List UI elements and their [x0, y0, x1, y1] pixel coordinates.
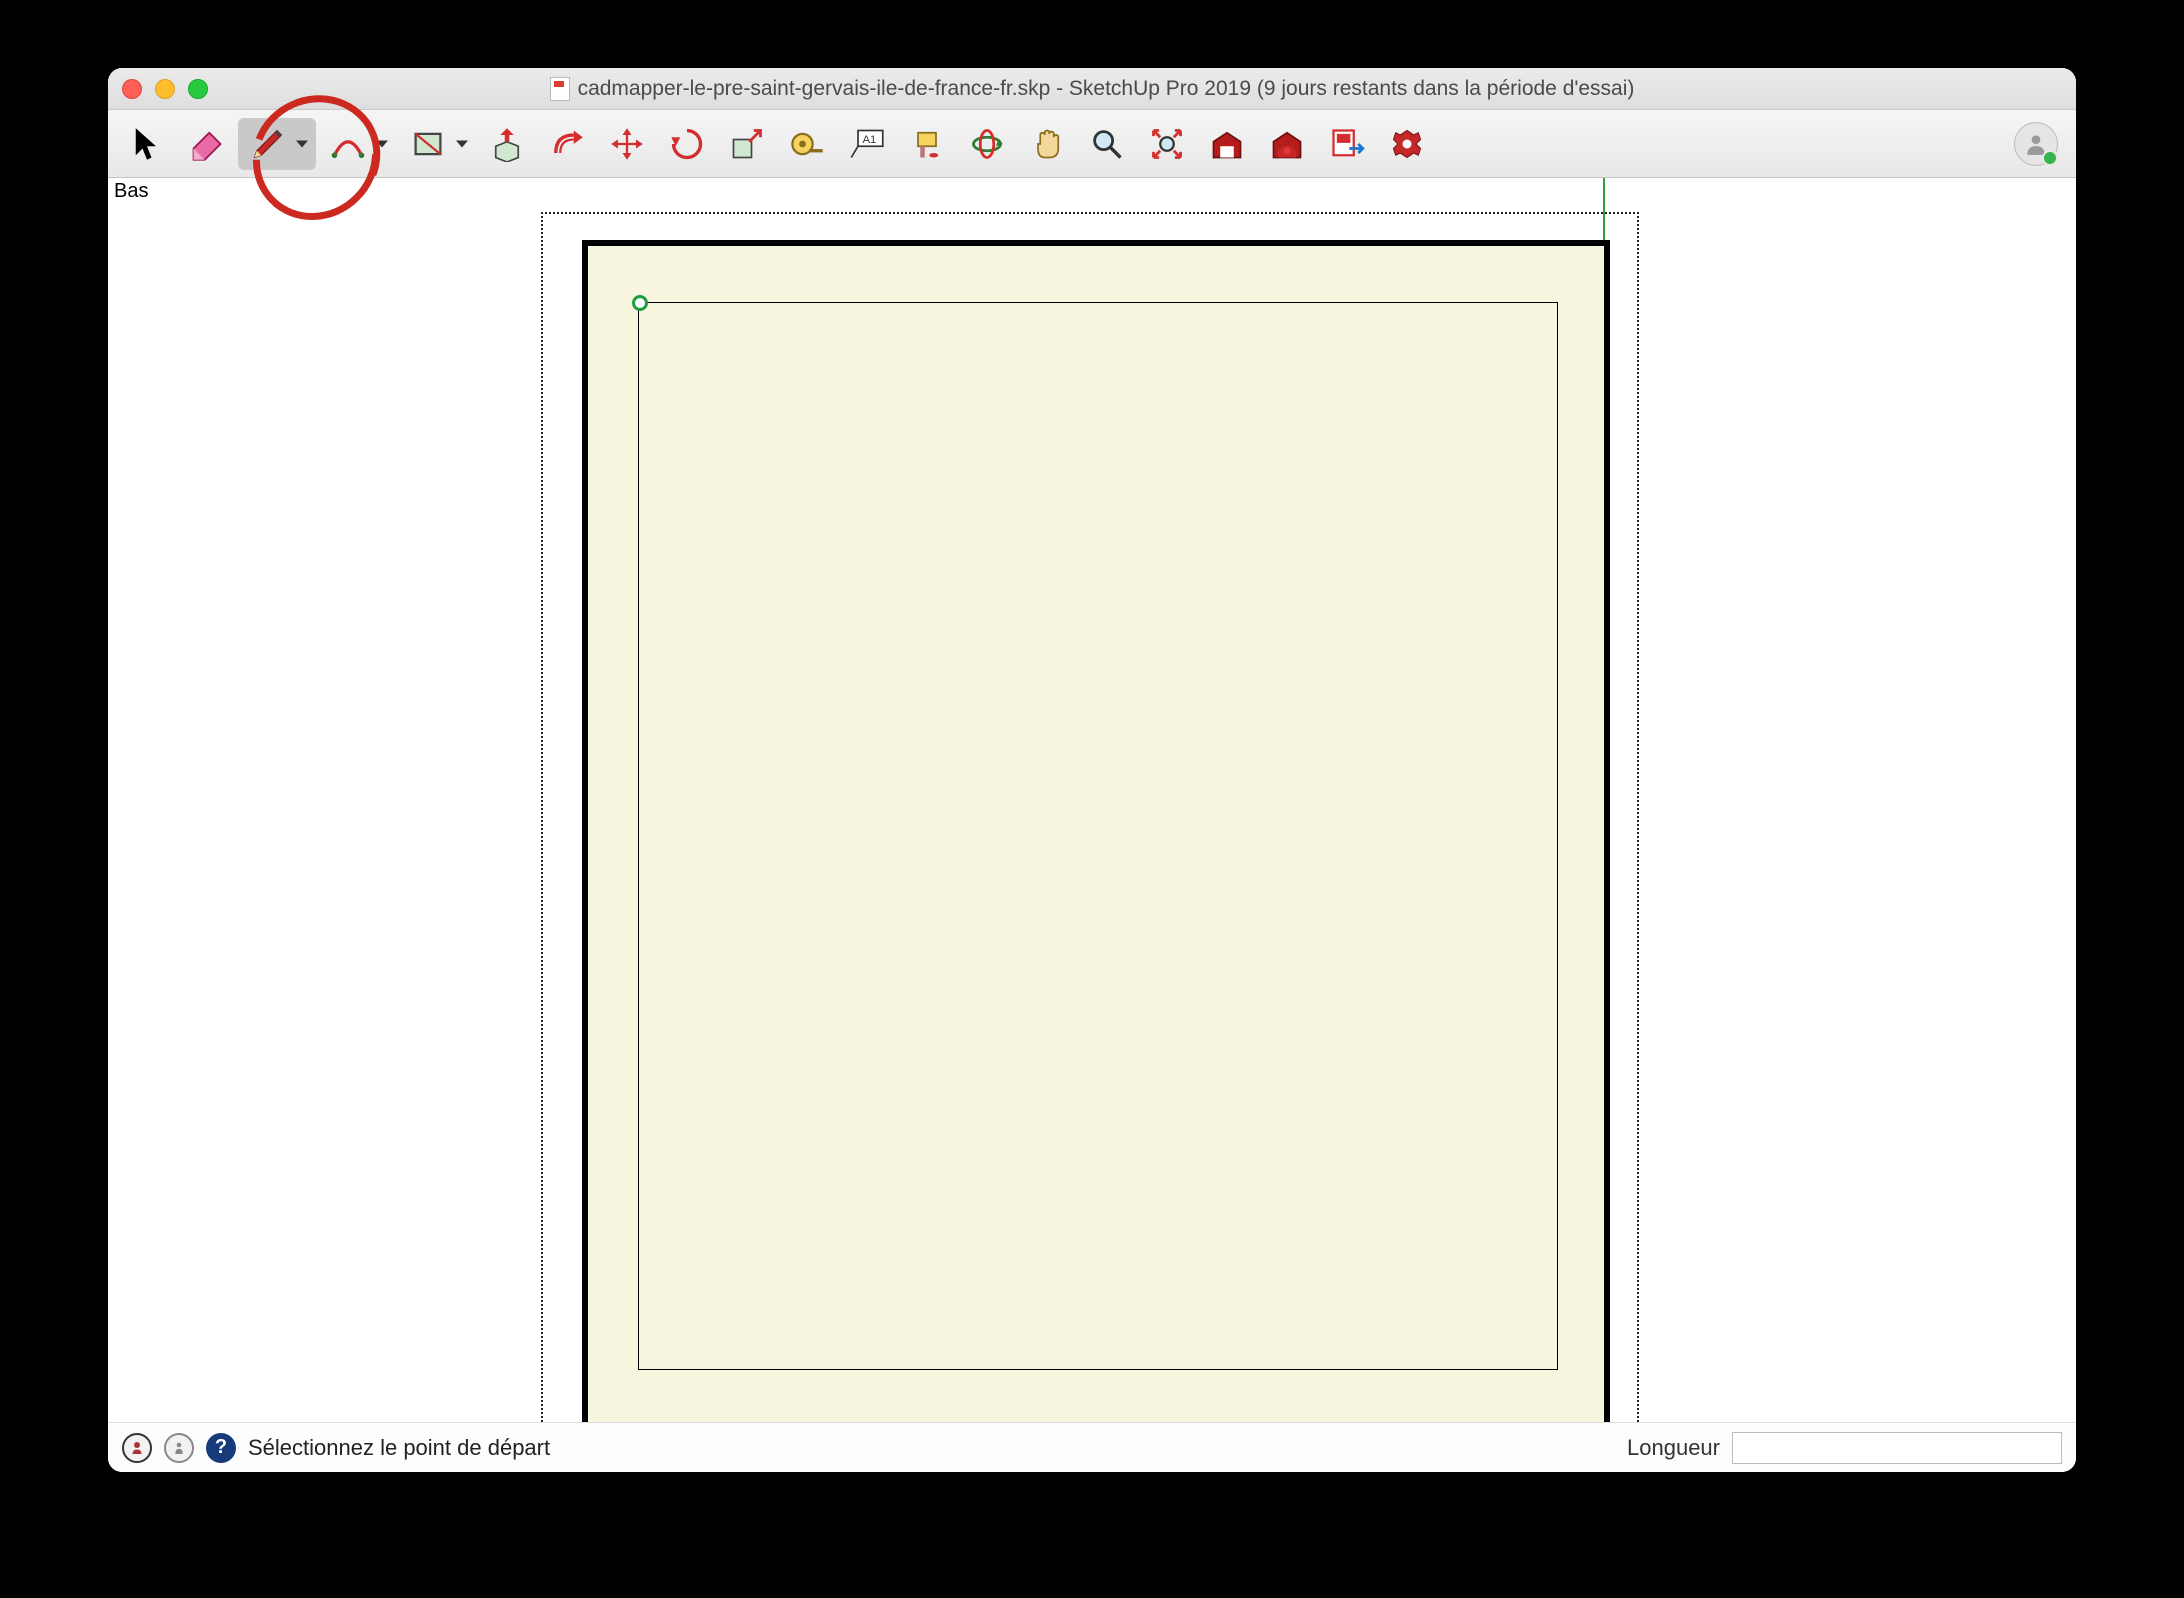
shape-tool[interactable] [398, 118, 476, 170]
pushpull-icon [489, 126, 525, 162]
document-icon [550, 77, 570, 101]
window-title: cadmapper-le-pre-saint-gervais-ile-de-fr… [578, 77, 1635, 101]
arc-tool[interactable] [318, 118, 396, 170]
minimize-button[interactable] [155, 79, 175, 99]
person-pin-icon [128, 1439, 146, 1457]
rotate-icon [669, 126, 705, 162]
text-icon: A1 [849, 126, 885, 162]
tape-icon [789, 126, 825, 162]
zoom-icon [1089, 126, 1125, 162]
info-icon [170, 1439, 188, 1457]
eraser-icon [189, 126, 225, 162]
model-viewport[interactable]: Bas [108, 178, 2076, 1422]
tape-tool[interactable] [778, 118, 836, 170]
warehouse-tool[interactable] [1198, 118, 1256, 170]
layout-icon [1329, 126, 1365, 162]
layout-tool[interactable] [1318, 118, 1376, 170]
svg-text:A1: A1 [863, 133, 877, 145]
scale-icon [729, 126, 765, 162]
move-tool[interactable] [598, 118, 656, 170]
zoom-tool[interactable] [1078, 118, 1136, 170]
window-title-wrap: cadmapper-le-pre-saint-gervais-ile-de-fr… [108, 77, 2076, 101]
measurement-input[interactable] [1732, 1432, 2062, 1464]
extension-manager-tool[interactable] [1378, 118, 1436, 170]
arc-icon [330, 126, 366, 162]
pan-icon [1029, 126, 1065, 162]
extension-mgr-icon [1389, 126, 1425, 162]
offset-tool[interactable] [538, 118, 596, 170]
main-toolbar: A1 [108, 110, 2076, 178]
pan-tool[interactable] [1018, 118, 1076, 170]
rotate-tool[interactable] [658, 118, 716, 170]
chevron-down-icon [376, 140, 388, 147]
status-hint: Sélectionnez le point de départ [248, 1435, 550, 1461]
orbit-tool[interactable] [958, 118, 1016, 170]
user-account-button[interactable] [2014, 122, 2058, 166]
drawn-rectangle [638, 302, 1558, 1370]
measurement-label: Longueur [1627, 1435, 1720, 1461]
statusbar: ? Sélectionnez le point de départ Longue… [108, 1422, 2076, 1472]
credits-button[interactable] [164, 1433, 194, 1463]
move-icon [609, 126, 645, 162]
rectangle-icon [410, 126, 446, 162]
app-window: cadmapper-le-pre-saint-gervais-ile-de-fr… [108, 68, 2076, 1472]
select-tool[interactable] [118, 118, 176, 170]
view-label: Bas [114, 180, 148, 203]
extension-warehouse-tool[interactable] [1258, 118, 1316, 170]
chevron-down-icon [456, 140, 468, 147]
endpoint-indicator [632, 295, 648, 311]
zoom-extents-icon [1149, 126, 1185, 162]
zoom-extents-tool[interactable] [1138, 118, 1196, 170]
cursor-icon [129, 126, 165, 162]
paint-tool[interactable] [898, 118, 956, 170]
extension-wh-icon [1269, 126, 1305, 162]
pencil-icon [250, 126, 286, 162]
offset-icon [549, 126, 585, 162]
close-button[interactable] [122, 79, 142, 99]
titlebar: cadmapper-le-pre-saint-gervais-ile-de-fr… [108, 68, 2076, 110]
text-tool[interactable]: A1 [838, 118, 896, 170]
eraser-tool[interactable] [178, 118, 236, 170]
pushpull-tool[interactable] [478, 118, 536, 170]
zoom-button[interactable] [188, 79, 208, 99]
scale-tool[interactable] [718, 118, 776, 170]
geolocation-button[interactable] [122, 1433, 152, 1463]
traffic-lights [122, 79, 208, 99]
warehouse-icon [1209, 126, 1245, 162]
line-tool[interactable] [238, 118, 316, 170]
status-badge-ok [2042, 150, 2058, 166]
orbit-icon [969, 126, 1005, 162]
help-button[interactable]: ? [206, 1433, 236, 1463]
chevron-down-icon [296, 140, 308, 147]
paint-icon [909, 126, 945, 162]
